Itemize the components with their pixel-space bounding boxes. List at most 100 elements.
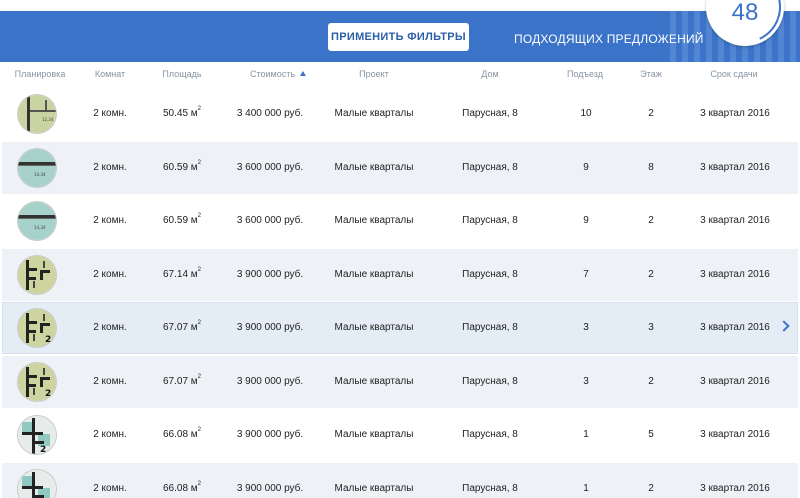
price-cell: 3 400 000 руб.: [236, 108, 304, 119]
deadline-cell: 3 квартал 2016: [700, 429, 770, 440]
floor-cell: 8: [648, 161, 654, 173]
deadline-cell: 3 квартал 2016: [700, 161, 770, 173]
results-label: ПОДХОДЯЩИХ ПРЕДЛОЖЕНИЙ: [514, 32, 704, 46]
column-header-deadline[interactable]: Срок сдачи: [710, 69, 757, 79]
house-cell: Парусная, 8: [462, 215, 518, 226]
area-cell: 67.07 м2: [163, 356, 201, 408]
column-header-price[interactable]: Стоимость: [249, 69, 307, 79]
area-unit-exponent: 2: [197, 106, 202, 112]
svg-text:12,24: 12,24: [42, 117, 54, 122]
floor-cell: 2: [648, 268, 654, 280]
column-header-project[interactable]: Проект: [359, 69, 389, 79]
area-cell: 60.59 м2: [163, 142, 201, 194]
sort-ascending-icon: [300, 71, 307, 76]
floor-cell: 2: [648, 375, 654, 387]
floor-cell: 2: [648, 482, 654, 494]
column-header-house[interactable]: Дом: [481, 69, 498, 79]
house-cell: Парусная, 8: [462, 375, 518, 387]
area-value: 66.08: [162, 482, 189, 494]
house-cell: Парусная, 8: [462, 161, 518, 173]
area-value: 66.08: [162, 429, 189, 440]
floor-cell: 3: [648, 322, 654, 333]
price-cell: 3 900 000 руб.: [236, 375, 304, 387]
table-row[interactable]: 12,24 2 комн. 50.45 м2 3 400 000 руб. Малые …: [2, 88, 798, 142]
floor-plan-thumbnail[interactable]: [18, 255, 56, 294]
table-header: Планировка Комнат Площадь Стоимость Прое…: [0, 62, 800, 86]
deadline-cell: 3 квартал 2016: [700, 322, 770, 333]
svg-text:2: 2: [45, 335, 51, 345]
column-header-plan[interactable]: Планировка: [15, 69, 66, 79]
area-unit-exponent: 2: [197, 480, 202, 487]
deadline-cell: 3 квартал 2016: [700, 215, 770, 226]
svg-text:14,34: 14,34: [34, 225, 46, 230]
rooms-cell: 2 комн.: [93, 268, 127, 280]
project-cell: Малые кварталы: [334, 429, 414, 440]
apply-filters-button[interactable]: ПРИМЕНИТЬ ФИЛЬТРЫ: [328, 23, 469, 51]
top-strip: [0, 0, 800, 11]
table-row[interactable]: 2 комн. 67.14 м2 3 900 000 руб. Малые кварт…: [2, 248, 798, 303]
project-cell: Малые кварталы: [334, 215, 414, 226]
area-cell: 67.07 м2: [163, 302, 201, 354]
table-row[interactable]: 14,34 2 комн. 60.59 м2 3 600 000 руб. Малые …: [2, 141, 798, 196]
area-value: 50.45: [162, 108, 189, 119]
floor-plan-thumbnail[interactable]: 14,34: [18, 148, 56, 187]
table-row[interactable]: 2 2 комн. 67.07 м2 3 900 000 руб. Малые квар…: [2, 355, 798, 410]
rooms-cell: 2 комн.: [93, 482, 127, 494]
deadline-cell: 3 квартал 2016: [700, 482, 770, 494]
area-unit-exponent: 2: [197, 159, 202, 166]
rooms-cell: 2 комн.: [93, 108, 127, 119]
price-cell: 3 900 000 руб.: [236, 322, 304, 333]
area-value: 67.14: [162, 268, 189, 280]
floor-plan-thumbnail[interactable]: [18, 469, 56, 498]
area-value: 60.59: [162, 215, 189, 226]
area-cell: 50.45 м2: [163, 88, 201, 140]
area-value: 60.59: [162, 161, 189, 173]
table-row[interactable]: 22 комн. 66.08 м2 3 900 000 руб. Малые квар…: [2, 409, 798, 463]
house-cell: Парусная, 8: [462, 322, 518, 333]
area-unit: м: [190, 375, 198, 387]
entrance-cell: 7: [583, 268, 589, 280]
entrance-cell: 10: [580, 108, 592, 119]
area-unit: м: [190, 268, 198, 280]
area-cell: 67.14 м2: [163, 249, 201, 301]
area-unit-exponent: 2: [197, 427, 202, 433]
area-unit: м: [190, 108, 198, 119]
rooms-cell: 2 комн.: [93, 429, 127, 440]
area-value: 67.07: [162, 322, 189, 333]
entrance-cell: 9: [583, 161, 589, 173]
table-row[interactable]: 2 комн. 66.08 м2 3 900 000 руб. Малые кварт…: [2, 462, 798, 498]
column-header-price-label: Стоимость: [249, 69, 296, 79]
column-header-floor[interactable]: Этаж: [640, 69, 662, 79]
floor-plan-thumbnail[interactable]: 2: [18, 362, 56, 401]
house-cell: Парусная, 8: [462, 482, 518, 494]
filter-bar: ПРИМЕНИТЬ ФИЛЬТРЫ ПОДХОДЯЩИХ ПРЕДЛОЖЕНИЙ: [0, 11, 800, 62]
rooms-cell: 2 комн.: [93, 375, 127, 387]
area-unit: м: [190, 322, 198, 333]
house-cell: Парусная, 8: [462, 268, 518, 280]
price-cell: 3 600 000 руб.: [236, 161, 304, 173]
entrance-cell: 1: [583, 482, 589, 494]
floor-plan-thumbnail[interactable]: 2: [18, 309, 56, 347]
floor-plan-thumbnail[interactable]: 12,24: [18, 95, 56, 133]
project-cell: Малые кварталы: [334, 108, 414, 119]
table-row[interactable]: 22 комн. 67.07 м2 3 900 000 руб. Малые квар…: [2, 302, 798, 356]
column-header-entrance[interactable]: Подъезд: [567, 69, 603, 79]
area-unit-exponent: 2: [197, 373, 202, 380]
project-cell: Малые кварталы: [334, 375, 414, 387]
project-cell: Малые кварталы: [334, 268, 414, 280]
results-count: 48: [731, 0, 759, 26]
floor-plan-thumbnail[interactable]: 2: [18, 416, 56, 454]
column-header-area[interactable]: Площадь: [162, 69, 201, 79]
price-cell: 3 900 000 руб.: [236, 268, 304, 280]
deadline-cell: 3 квартал 2016: [700, 108, 770, 119]
chevron-right-icon[interactable]: [778, 320, 790, 332]
floor-cell: 5: [648, 429, 654, 440]
table-row[interactable]: 14,34 2 комн. 60.59 м2 3 600 000 руб. Малые …: [2, 195, 798, 249]
column-header-rooms[interactable]: Комнат: [95, 69, 125, 79]
area-unit-exponent: 2: [197, 320, 202, 326]
price-cell: 3 900 000 руб.: [236, 482, 304, 494]
svg-text:14,34: 14,34: [34, 172, 46, 177]
entrance-cell: 1: [583, 429, 589, 440]
area-unit-exponent: 2: [197, 213, 202, 219]
floor-plan-thumbnail[interactable]: 14,34: [18, 202, 56, 240]
